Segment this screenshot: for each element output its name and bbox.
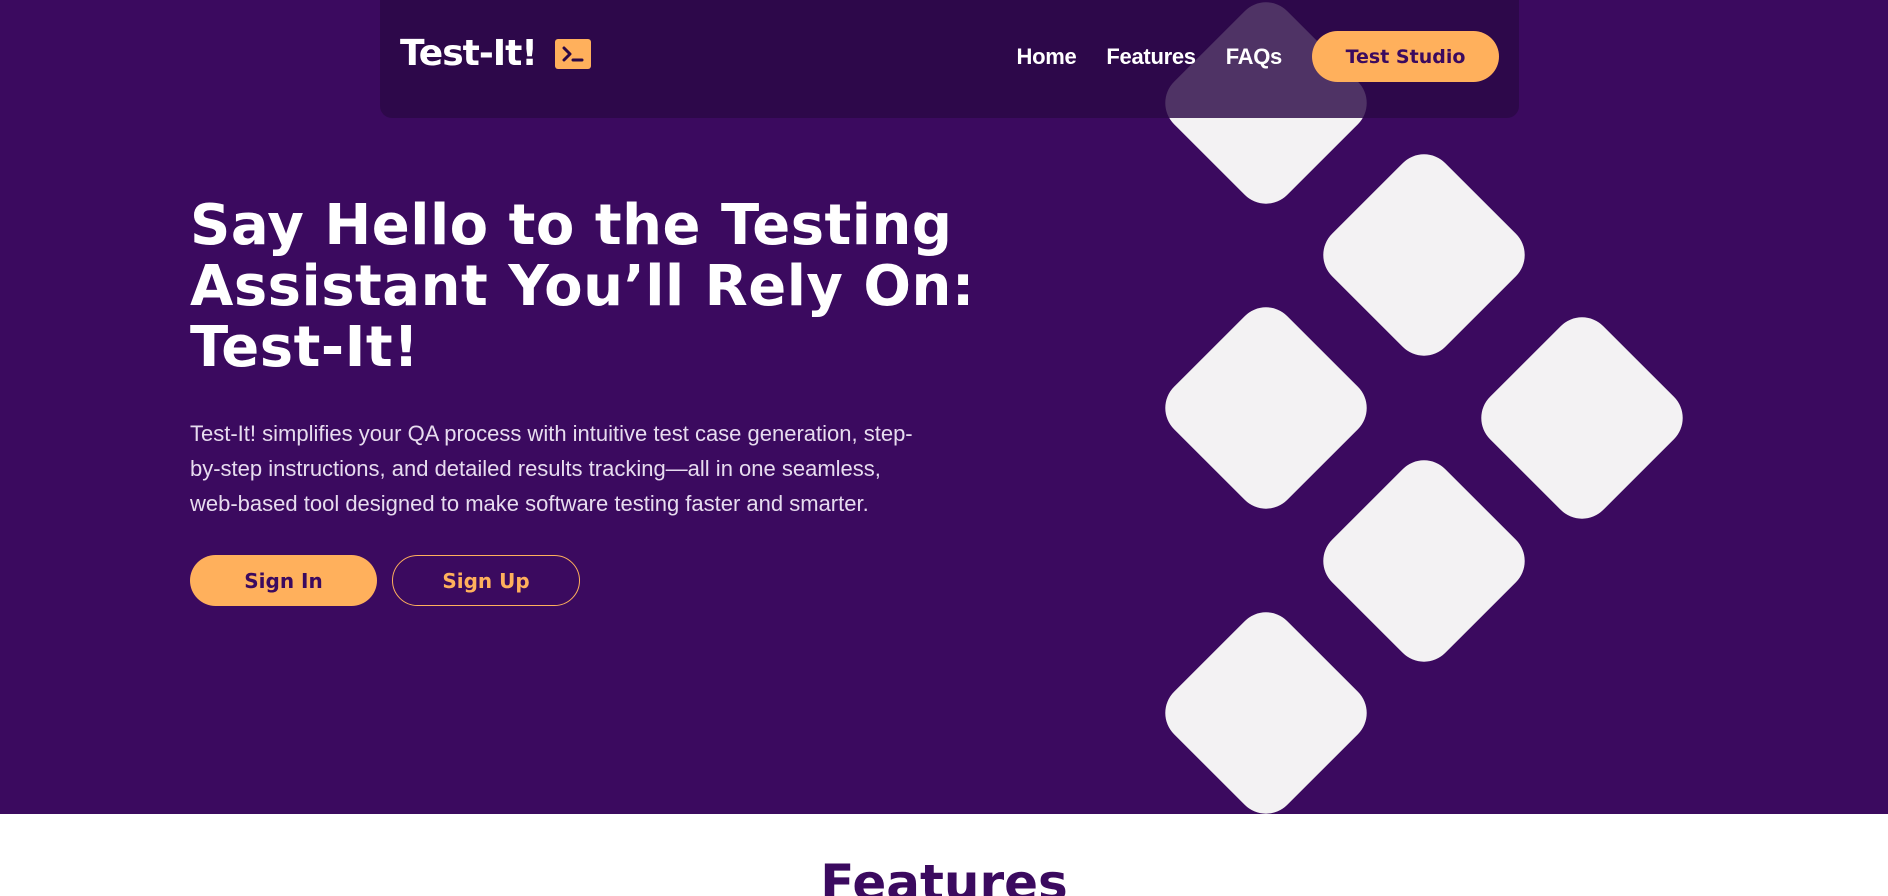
- brand-logo[interactable]: Test-It!: [400, 33, 591, 74]
- hero-headline: Say Hello to the Testing Assistant You’l…: [190, 193, 975, 380]
- hero-section: Say Hello to the Testing Assistant You’l…: [0, 0, 1888, 814]
- decorative-tile: [1468, 304, 1696, 532]
- decorative-tile: [1152, 294, 1380, 522]
- features-heading: Features: [820, 854, 1068, 896]
- nav-link-faqs[interactable]: FAQs: [1226, 44, 1283, 70]
- top-navbar: Test-It! Home Features FAQs Test Studio: [380, 0, 1519, 118]
- hero-description: Test-It! simplifies your QA process with…: [190, 421, 913, 516]
- nav-link-home[interactable]: Home: [1016, 44, 1076, 70]
- terminal-icon: [554, 38, 591, 69]
- decorative-tile: [1310, 141, 1538, 369]
- decorative-tile: [1310, 447, 1538, 675]
- nav-link-features[interactable]: Features: [1106, 44, 1196, 70]
- decorative-tile: [1152, 599, 1380, 814]
- test-studio-button[interactable]: Test Studio: [1312, 31, 1499, 82]
- nav-links: Home Features FAQs Test Studio: [1016, 31, 1499, 82]
- brand-name: Test-It!: [400, 33, 538, 74]
- sign-up-button[interactable]: Sign Up: [392, 555, 580, 606]
- sign-in-button[interactable]: Sign In: [190, 555, 377, 606]
